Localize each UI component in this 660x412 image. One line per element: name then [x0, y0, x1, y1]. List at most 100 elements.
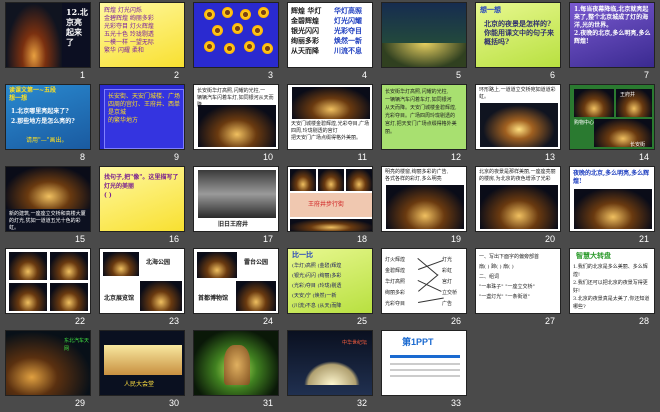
slide-thumb-17[interactable]: 旧日王府井 17	[189, 166, 283, 248]
slide-14-tag-1: 购物中心	[574, 120, 595, 126]
slide-26-preview: 灯火辉煌 金碧辉煌 华灯高照 绚丽多彩 光彩夺目 灯光 彩虹 宫灯 立交桥 广告	[381, 248, 467, 314]
slide-number: 18	[356, 234, 367, 244]
building-night-photo	[480, 185, 558, 229]
slide-thumb-5[interactable]: 5	[377, 2, 471, 84]
slide-thumb-2[interactable]: 辉煌 灯光闪烁 金碧辉煌 绚丽多彩 光彩夺目 灯火辉煌 五光十色 玲珑剔透 一模…	[95, 2, 189, 84]
slide-number: 31	[262, 398, 273, 408]
slide-5-preview	[381, 2, 467, 68]
slide-number: 19	[450, 234, 461, 244]
sunflower-icon	[258, 7, 269, 18]
slide-number: 26	[450, 316, 461, 326]
slide-number: 15	[74, 234, 85, 244]
slide-thumb-23[interactable]: 北海公园 北京展览馆 23	[95, 248, 189, 330]
slide-thumb-13[interactable]: 环形路上,一道道立交桥宛如道道彩虹。 13	[471, 84, 565, 166]
slide-thumb-28[interactable]: 智慧大转盘 1.我们的北京是多么美丽、多么辉煌! 2.我们还可以把北京的夜景写得…	[565, 248, 659, 330]
slide-thumb-15[interactable]: 新的建筑,一座座立交桥和高楼大厦的灯光,犹如一道道五光十色的彩虹。 15	[1, 166, 95, 248]
slide-6-body: 北京的夜景是怎样的?你能用课文中的句子来概括吗?	[484, 19, 554, 46]
sunflower-icon	[244, 41, 255, 52]
slide-20-body: 北京的夜景是那样美丽,一座座亮丽 的楼房,为北京的夜色增添了光彩	[479, 169, 556, 182]
slide-thumb-19[interactable]: 明亮的楼窗,绚丽多彩的广告, 各式各样的彩灯,多么明亮 19	[377, 166, 471, 248]
slide-25-preview: 比一比 (华灯)高照 (金碧)辉煌 (银光)闪闪 (绚丽)多彩 (光彩)夺目 (…	[287, 248, 373, 314]
slide-thumb-8[interactable]: 读课文第一~五段 想一想 1.北京哪里亮起来了? 2.那些地方是怎么亮的? 请用…	[1, 84, 95, 166]
slide-number: 14	[638, 152, 649, 162]
slide-6-preview: 想一想 北京的夜景是怎样的?你能用课文中的句子来概括吗?	[475, 2, 561, 68]
slide-thumb-29[interactable]: 东北汽车天网 29	[1, 330, 95, 412]
slide-thumb-10[interactable]: 长安街华灯高照,闪耀的光柱,一 辆辆汽车闪着车灯,如同银河从天而降 10	[189, 84, 283, 166]
slide-33-preview: 第1PPT	[381, 330, 467, 396]
slide-thumb-4[interactable]: 辉煌 华灯 金碧辉煌 银光闪闪 绚丽多彩 从天而降 华灯高照 灯光闪耀 光彩夺目…	[283, 2, 377, 84]
shopping-street-photo	[386, 185, 464, 229]
slide-17-preview: 旧日王府井	[193, 166, 279, 232]
slide-number: 17	[262, 234, 273, 244]
slide-thumb-11[interactable]: 天安门城楼金碧辉煌,光彩夺目,广场四周,玲珑剔透的宫灯 把天安门广场点缀得格外美…	[283, 84, 377, 166]
slide-1-preview: 12.北京亮起来了	[5, 2, 91, 68]
slide-7-preview: 1.每当夜幕降临,北京就亮起来了,整个北京城成了灯的海洋,光的世界。 2.夜晚的…	[569, 2, 655, 68]
slide-thumb-21[interactable]: 夜晚的北京,多么明亮,多么辉煌! 21	[565, 166, 659, 248]
slide-number: 8	[79, 152, 85, 162]
night-photo	[318, 169, 344, 191]
slide-25-body: (华灯)高照 (金碧)辉煌 (银光)闪闪 (绚丽)多彩 (光彩)夺目 (玲珑)剔…	[292, 263, 342, 309]
night-photo	[9, 283, 47, 311]
night-photo	[290, 169, 316, 191]
slide-14-tag-2: 王府井	[620, 92, 636, 98]
slide-number: 9	[173, 152, 179, 162]
connector-line	[417, 258, 438, 276]
slide-thumb-20[interactable]: 北京的夜景是那样美丽,一座座亮丽 的楼房,为北京的夜色增添了光彩 20	[471, 166, 565, 248]
night-photo	[9, 252, 47, 280]
slide-thumb-24[interactable]: 雷台公园 首都博物馆 24	[189, 248, 283, 330]
slide-32-preview: 中华世纪坛	[287, 330, 373, 396]
slide-thumb-27[interactable]: 一、写出下面字的偏旁部首 扇( ) 蹄( ) 扇( ) 二、组词 "一串珠子" …	[471, 248, 565, 330]
slide-number: 2	[173, 70, 179, 80]
slide-thumb-16[interactable]: 找句子,把"像"。这里描写了 灯光的美丽 ( ) 16	[95, 166, 189, 248]
slide-23-label-1: 北海公园	[146, 259, 171, 266]
slide-12-body: 长安街华灯高照,闪耀的光柱, 一辆辆汽车闪着车灯,如同银河 从天而降。天安门城楼…	[385, 89, 457, 135]
slide-number: 24	[262, 316, 273, 326]
slide-thumb-25[interactable]: 比一比 (华灯)高照 (金碧)辉煌 (银光)闪闪 (绚丽)多彩 (光彩)夺目 (…	[283, 248, 377, 330]
sunflower-icon	[204, 9, 215, 20]
slide-24-label-2: 首都博物馆	[198, 295, 229, 302]
slide-7-body: 1.每当夜幕降临,北京就亮起来了,整个北京城成了灯的海洋,光的世界。 2.夜晚的…	[574, 6, 651, 45]
night-photo	[140, 281, 182, 311]
night-photo	[346, 169, 372, 191]
slide-thumb-6[interactable]: 想一想 北京的夜景是怎样的?你能用课文中的句子来概括吗? 6	[471, 2, 565, 84]
slide-18-body: 王府井步行街	[308, 201, 345, 208]
slide-thumb-9[interactable]: 长安街、天安门城楼、广场四周的宫灯、王府井、西单是京城 的繁华地方 9	[95, 84, 189, 166]
slide-thumb-33[interactable]: 第1PPT 33	[377, 330, 471, 412]
night-photo	[197, 252, 237, 278]
city-photo	[6, 3, 62, 67]
slide-number: 22	[74, 316, 85, 326]
slide-thumb-7[interactable]: 1.每当夜幕降临,北京就亮起来了,整个北京城成了灯的海洋,光的世界。 2.夜晚的…	[565, 2, 659, 84]
slide-33-logo: 第1PPT	[402, 337, 434, 347]
slide-8-preview: 读课文第一~五段 想一想 1.北京哪里亮起来了? 2.那些地方是怎么亮的? 请用…	[5, 84, 91, 150]
slide-thumb-26[interactable]: 灯火辉煌 金碧辉煌 华灯高照 绚丽多彩 光彩夺目 灯光 彩虹 宫灯 立交桥 广告…	[377, 248, 471, 330]
slide-number: 4	[361, 70, 367, 80]
slide-number: 33	[450, 398, 461, 408]
slide-29-label: 东北汽车天网	[64, 338, 90, 352]
slide-thumb-1[interactable]: 12.北京亮起来了 1	[1, 2, 95, 84]
sunflower-icon	[262, 43, 273, 54]
slide-19-preview: 明亮的楼窗,绚丽多彩的广告, 各式各样的彩灯,多么明亮	[381, 166, 467, 232]
slide-thumb-12[interactable]: 长安街华灯高照,闪耀的光柱, 一辆辆汽车闪着车灯,如同银河 从天而降。天安门城楼…	[377, 84, 471, 166]
slide-30-preview: 人民大会堂	[99, 330, 185, 396]
slide-thumb-32[interactable]: 中华世纪坛 32	[283, 330, 377, 412]
slide-24-preview: 雷台公园 首都博物馆	[193, 248, 279, 314]
slide-thumb-18[interactable]: 王府井步行街 18	[283, 166, 377, 248]
slide-number: 20	[544, 234, 555, 244]
slide-thumb-3[interactable]: 3	[189, 2, 283, 84]
slide-thumb-31[interactable]: 31	[189, 330, 283, 412]
slide-thumb-14[interactable]: 购物中心 王府井 长安街 14	[565, 84, 659, 166]
slide-23-label-2: 北京展览馆	[104, 295, 135, 302]
slide-thumb-22[interactable]: 22	[1, 248, 95, 330]
slide-13-body: 环形路上,一道道立交桥宛如道道彩虹。	[479, 87, 556, 100]
slide-thumb-30[interactable]: 人民大会堂 30	[95, 330, 189, 412]
slide-number: 30	[168, 398, 179, 408]
great-hall-photo	[104, 345, 182, 375]
slide-23-preview: 北海公园 北京展览馆	[99, 248, 185, 314]
slide-16-preview: 找句子,把"像"。这里描写了 灯光的美丽 ( )	[99, 166, 185, 232]
slide-26-right: 灯光 彩虹 宫灯 立交桥 广告	[442, 257, 458, 307]
slide-4-preview: 辉煌 华灯 金碧辉煌 银光闪闪 绚丽多彩 从天而降 华灯高照 灯光闪耀 光彩夺目…	[287, 2, 373, 68]
slide-22-preview	[5, 248, 91, 314]
night-photo	[50, 283, 88, 311]
slide-30-label: 人民大会堂	[124, 381, 155, 388]
sunflower-icon	[232, 23, 243, 34]
